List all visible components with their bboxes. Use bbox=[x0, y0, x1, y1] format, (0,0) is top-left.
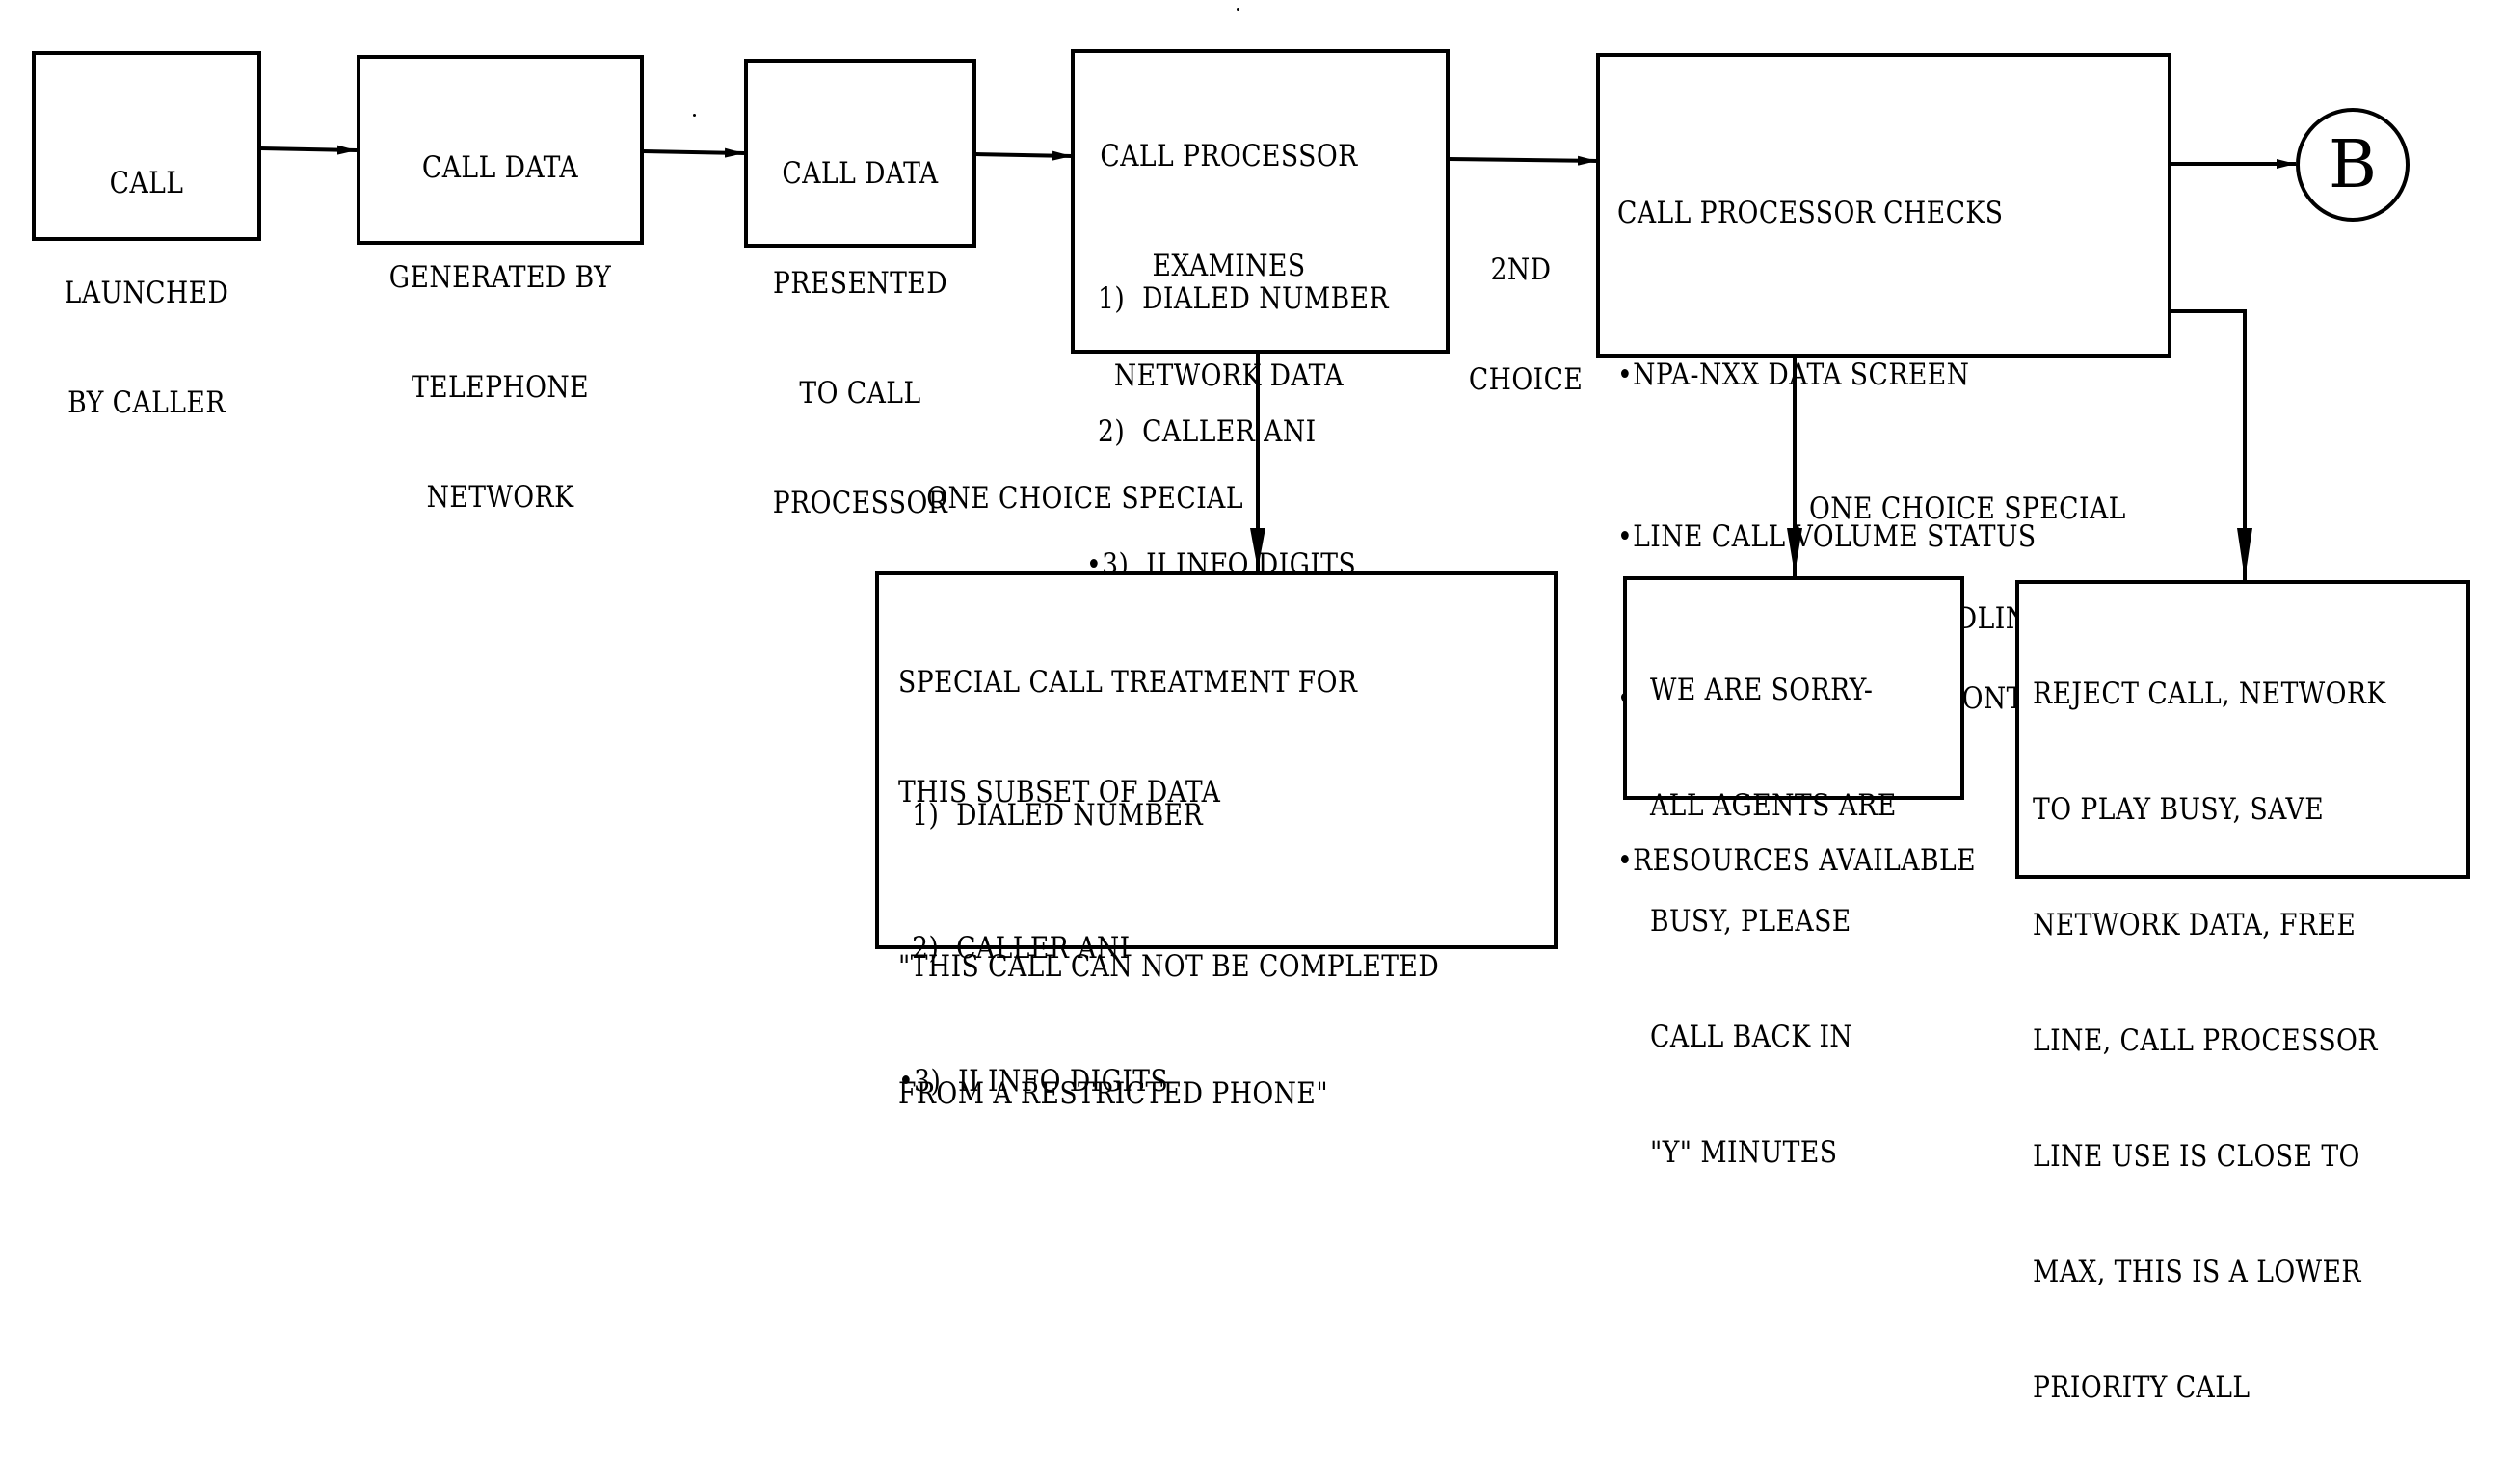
arrow-checks-to-reject bbox=[2171, 309, 2247, 581]
box-call-data-presented: CALL DATA PRESENTED TO CALL PROCESSOR bbox=[744, 59, 976, 520]
scan-speck bbox=[693, 114, 696, 117]
box-reject-call: REJECT CALL, NETWORK TO PLAY BUSY, SAVE … bbox=[2015, 580, 2470, 1405]
box-text-line: GENERATED BY bbox=[388, 260, 612, 295]
box-title: CALL PROCESSOR CHECKS bbox=[1617, 196, 2004, 230]
box-special-call-treatment: SPECIAL CALL TREATMENT FOR THIS SUBSET O… bbox=[875, 571, 1558, 1111]
connector-label: B bbox=[2329, 126, 2377, 203]
box-title-line: SPECIAL CALL TREATMENT FOR bbox=[898, 665, 1358, 700]
data-item: 1) DIALED NUMBER bbox=[1098, 281, 1390, 316]
box-title-line: CALL PROCESSOR bbox=[1100, 139, 1358, 173]
arrowhead-reject bbox=[2237, 528, 2252, 579]
data-item: 1) DIALED NUMBER bbox=[903, 798, 1204, 833]
box-call-processor-checks: CALL PROCESSOR CHECKS •NPA-NXX DATA SCRE… bbox=[1596, 53, 2171, 878]
arrow-launch-to-generated bbox=[259, 145, 358, 155]
box-text-line: PRESENTED bbox=[772, 266, 948, 301]
scan-speck bbox=[1237, 8, 1239, 11]
box-text-line: BY CALLER bbox=[67, 385, 226, 420]
message-line: NETWORK DATA, FREE bbox=[2033, 908, 2357, 942]
box-text-line: CALL DATA bbox=[421, 150, 579, 185]
arrow-presented-to-examines bbox=[974, 150, 1073, 161]
message-line: FROM A RESTRICTED PHONE" bbox=[898, 1076, 1329, 1111]
message-line: "THIS CALL CAN NOT BE COMPLETED bbox=[898, 949, 1440, 984]
label-line: ONE CHOICE SPECIAL bbox=[926, 481, 1243, 516]
message-line: MAX, THIS IS A LOWER bbox=[2033, 1255, 2361, 1289]
box-text-line: LAUNCHED bbox=[64, 276, 229, 310]
box-text-line: TELEPHONE bbox=[411, 370, 590, 405]
box-agents-busy-message: WE ARE SORRY- ALL AGENTS ARE BUSY, PLEAS… bbox=[1623, 576, 1964, 1170]
arrow-examines-to-checks bbox=[1448, 155, 1598, 166]
box-call-processor-examines: CALL PROCESSOR EXAMINES NETWORK DATA 1) … bbox=[1071, 49, 1450, 582]
label-line: 2ND bbox=[1490, 252, 1552, 287]
message-line: LINE, CALL PROCESSOR bbox=[2033, 1023, 2378, 1058]
message-line: LINE USE IS CLOSE TO bbox=[2033, 1139, 2360, 1174]
message-line: TO PLAY BUSY, SAVE bbox=[2033, 792, 2325, 827]
box-call-data-generated: CALL DATA GENERATED BY TELEPHONE NETWORK bbox=[357, 55, 644, 515]
message-line: BUSY, PLEASE bbox=[1650, 904, 1851, 939]
message-line: "Y" MINUTES bbox=[1650, 1135, 1838, 1170]
message-line: REJECT CALL, NETWORK bbox=[2033, 676, 2386, 711]
arrow-generated-to-presented bbox=[642, 147, 745, 158]
connector-b: B bbox=[2296, 108, 2410, 222]
message-line: PRIORITY CALL bbox=[2033, 1370, 2251, 1405]
box-text-line: CALL DATA bbox=[782, 156, 939, 191]
label-line: ONE CHOICE SPECIAL bbox=[1809, 491, 2126, 526]
message-line: WE ARE SORRY- bbox=[1650, 673, 1874, 707]
message-line: ALL AGENTS ARE bbox=[1650, 788, 1897, 823]
label-second-choice: 2ND CHOICE bbox=[1468, 178, 1584, 435]
box-text-line: NETWORK bbox=[426, 480, 574, 515]
label-line: CHOICE bbox=[1468, 362, 1584, 397]
message-line: CALL BACK IN bbox=[1650, 1020, 1853, 1054]
box-call-launched: CALL LAUNCHED BY CALLER bbox=[32, 51, 261, 420]
box-text-line: CALL bbox=[109, 166, 184, 200]
check-item: •NPA-NXX DATA SCREEN bbox=[1617, 358, 1970, 392]
